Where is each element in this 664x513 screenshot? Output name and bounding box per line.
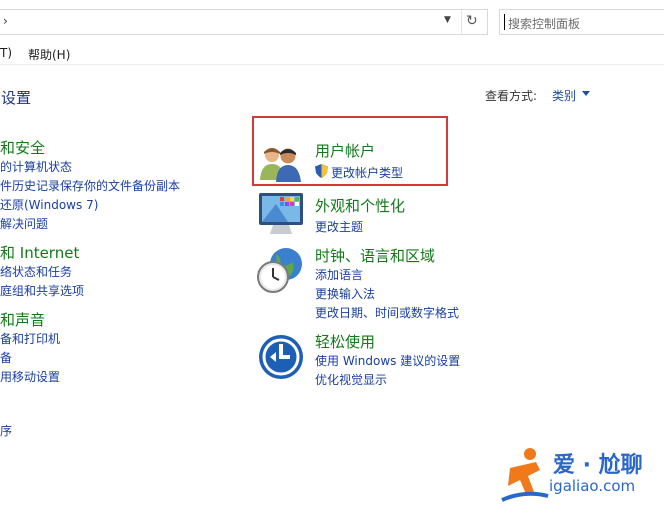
- link-change-theme[interactable]: 更改主题: [315, 218, 363, 235]
- text-caret: [504, 14, 505, 30]
- link-programs[interactable]: 序: [0, 422, 12, 439]
- address-separator: [461, 10, 462, 34]
- category-clock-language-region[interactable]: 时钟、语言和区域: [315, 245, 435, 266]
- link-backup-restore[interactable]: 还原(Windows 7): [0, 196, 98, 213]
- watermark-brand-text: 爱 · 尬聊: [553, 453, 643, 478]
- users-icon[interactable]: [258, 142, 304, 182]
- menu-tools[interactable]: T): [0, 46, 12, 60]
- link-change-date-time-format[interactable]: 更改日期、时间或数字格式: [315, 304, 459, 321]
- link-change-input-method[interactable]: 更换输入法: [315, 285, 375, 302]
- menu-divider: [0, 64, 664, 65]
- view-by-dropdown[interactable]: 类别: [552, 87, 576, 104]
- link-add-language[interactable]: 添加语言: [315, 266, 363, 283]
- watermark-url-text: igaliao.com: [549, 477, 636, 495]
- shield-icon: [315, 164, 328, 178]
- link-change-account-type[interactable]: 更改帐户类型: [331, 164, 403, 181]
- link-add-device[interactable]: 备: [0, 349, 12, 366]
- category-ease-of-access[interactable]: 轻松使用: [315, 331, 375, 352]
- category-hardware-sound[interactable]: 和声音: [0, 309, 45, 330]
- monitor-icon[interactable]: [258, 192, 304, 236]
- menu-help[interactable]: 帮助(H): [28, 46, 70, 63]
- category-system-security[interactable]: 和安全: [0, 137, 45, 158]
- link-homegroup[interactable]: 庭组和共享选项: [0, 282, 84, 299]
- link-network-status[interactable]: 络状态和任务: [0, 263, 72, 280]
- view-by-label: 查看方式:: [485, 89, 538, 103]
- breadcrumb-chevron-icon[interactable]: ›: [3, 14, 8, 28]
- address-bar[interactable]: [0, 9, 488, 35]
- search-input[interactable]: 搜索控制面板: [499, 9, 664, 35]
- category-appearance[interactable]: 外观和个性化: [315, 195, 405, 216]
- refresh-icon[interactable]: ↻: [466, 13, 478, 29]
- category-network-internet[interactable]: 和 Internet: [0, 242, 79, 263]
- link-computer-status[interactable]: 的计算机状态: [0, 158, 72, 175]
- accessibility-icon[interactable]: [258, 334, 304, 380]
- link-troubleshoot[interactable]: 解决问题: [0, 215, 48, 232]
- search-placeholder: 搜索控制面板: [508, 17, 581, 31]
- category-user-accounts[interactable]: 用户帐户: [315, 140, 375, 161]
- link-recommended-settings[interactable]: 使用 Windows 建议的设置: [315, 352, 460, 369]
- view-by-arrow-icon[interactable]: [582, 91, 590, 96]
- link-mobility-settings[interactable]: 用移动设置: [0, 368, 60, 385]
- link-file-history[interactable]: 件历史记录保存你的文件备份副本: [0, 177, 180, 194]
- link-optimize-visual-display[interactable]: 优化视觉显示: [315, 371, 387, 388]
- watermark-logo-icon: [501, 448, 549, 502]
- clock-globe-icon[interactable]: [256, 246, 304, 294]
- chevron-down-icon[interactable]: ▼: [444, 15, 451, 25]
- page-title: 设置: [1, 89, 32, 107]
- link-devices-printers[interactable]: 备和打印机: [0, 330, 60, 347]
